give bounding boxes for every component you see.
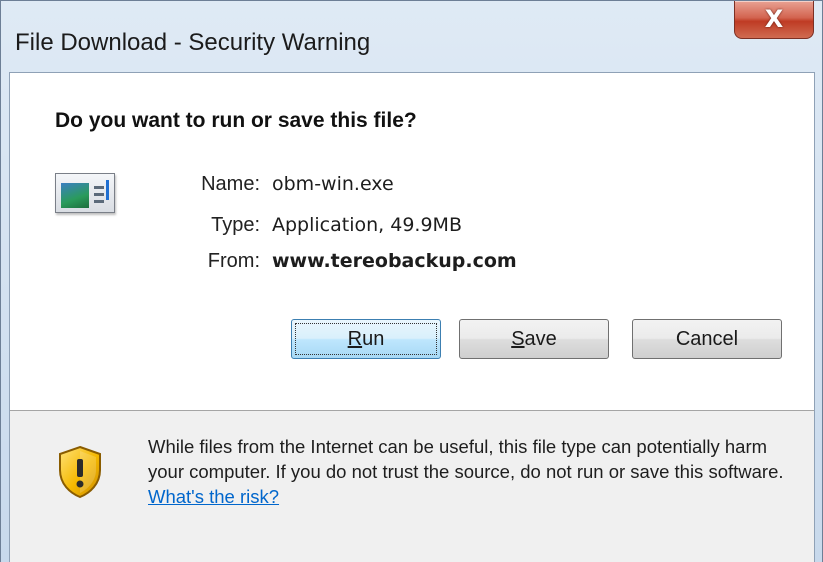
save-button[interactable]: Save: [459, 319, 609, 359]
cancel-button[interactable]: Cancel: [632, 319, 782, 359]
save-button-label: ave: [524, 328, 557, 350]
dialog-body: Do you want to run or save this file? Na…: [9, 72, 815, 562]
save-button-mnemonic: S: [511, 328, 525, 350]
focus-ring: [295, 323, 437, 355]
warning-panel: While files from the Internet can be use…: [10, 411, 814, 562]
whats-the-risk-link[interactable]: What's the risk?: [148, 486, 279, 507]
window-title: File Download - Security Warning: [15, 29, 371, 56]
cancel-button-label: Cancel: [675, 328, 739, 350]
warning-message: While files from the Internet can be use…: [148, 434, 798, 509]
type-label: Type:: [211, 214, 260, 236]
file-download-dialog: File Download - Security Warning X Do yo…: [0, 0, 823, 562]
close-button[interactable]: X: [734, 1, 814, 39]
warning-text: While files from the Internet can be use…: [148, 436, 784, 482]
close-icon: X: [764, 5, 784, 33]
from-value: www.tereobackup.com: [272, 250, 517, 272]
dialog-question: Do you want to run or save this file?: [55, 109, 417, 132]
name-label: Name:: [201, 173, 260, 195]
from-label: From:: [207, 250, 260, 272]
type-value: Application, 49.9MB: [272, 214, 462, 236]
dialog-content: Do you want to run or save this file? Na…: [10, 73, 814, 410]
name-value: obm-win.exe: [272, 173, 394, 195]
run-button[interactable]: Run: [291, 319, 441, 359]
security-shield-icon: [59, 445, 101, 499]
